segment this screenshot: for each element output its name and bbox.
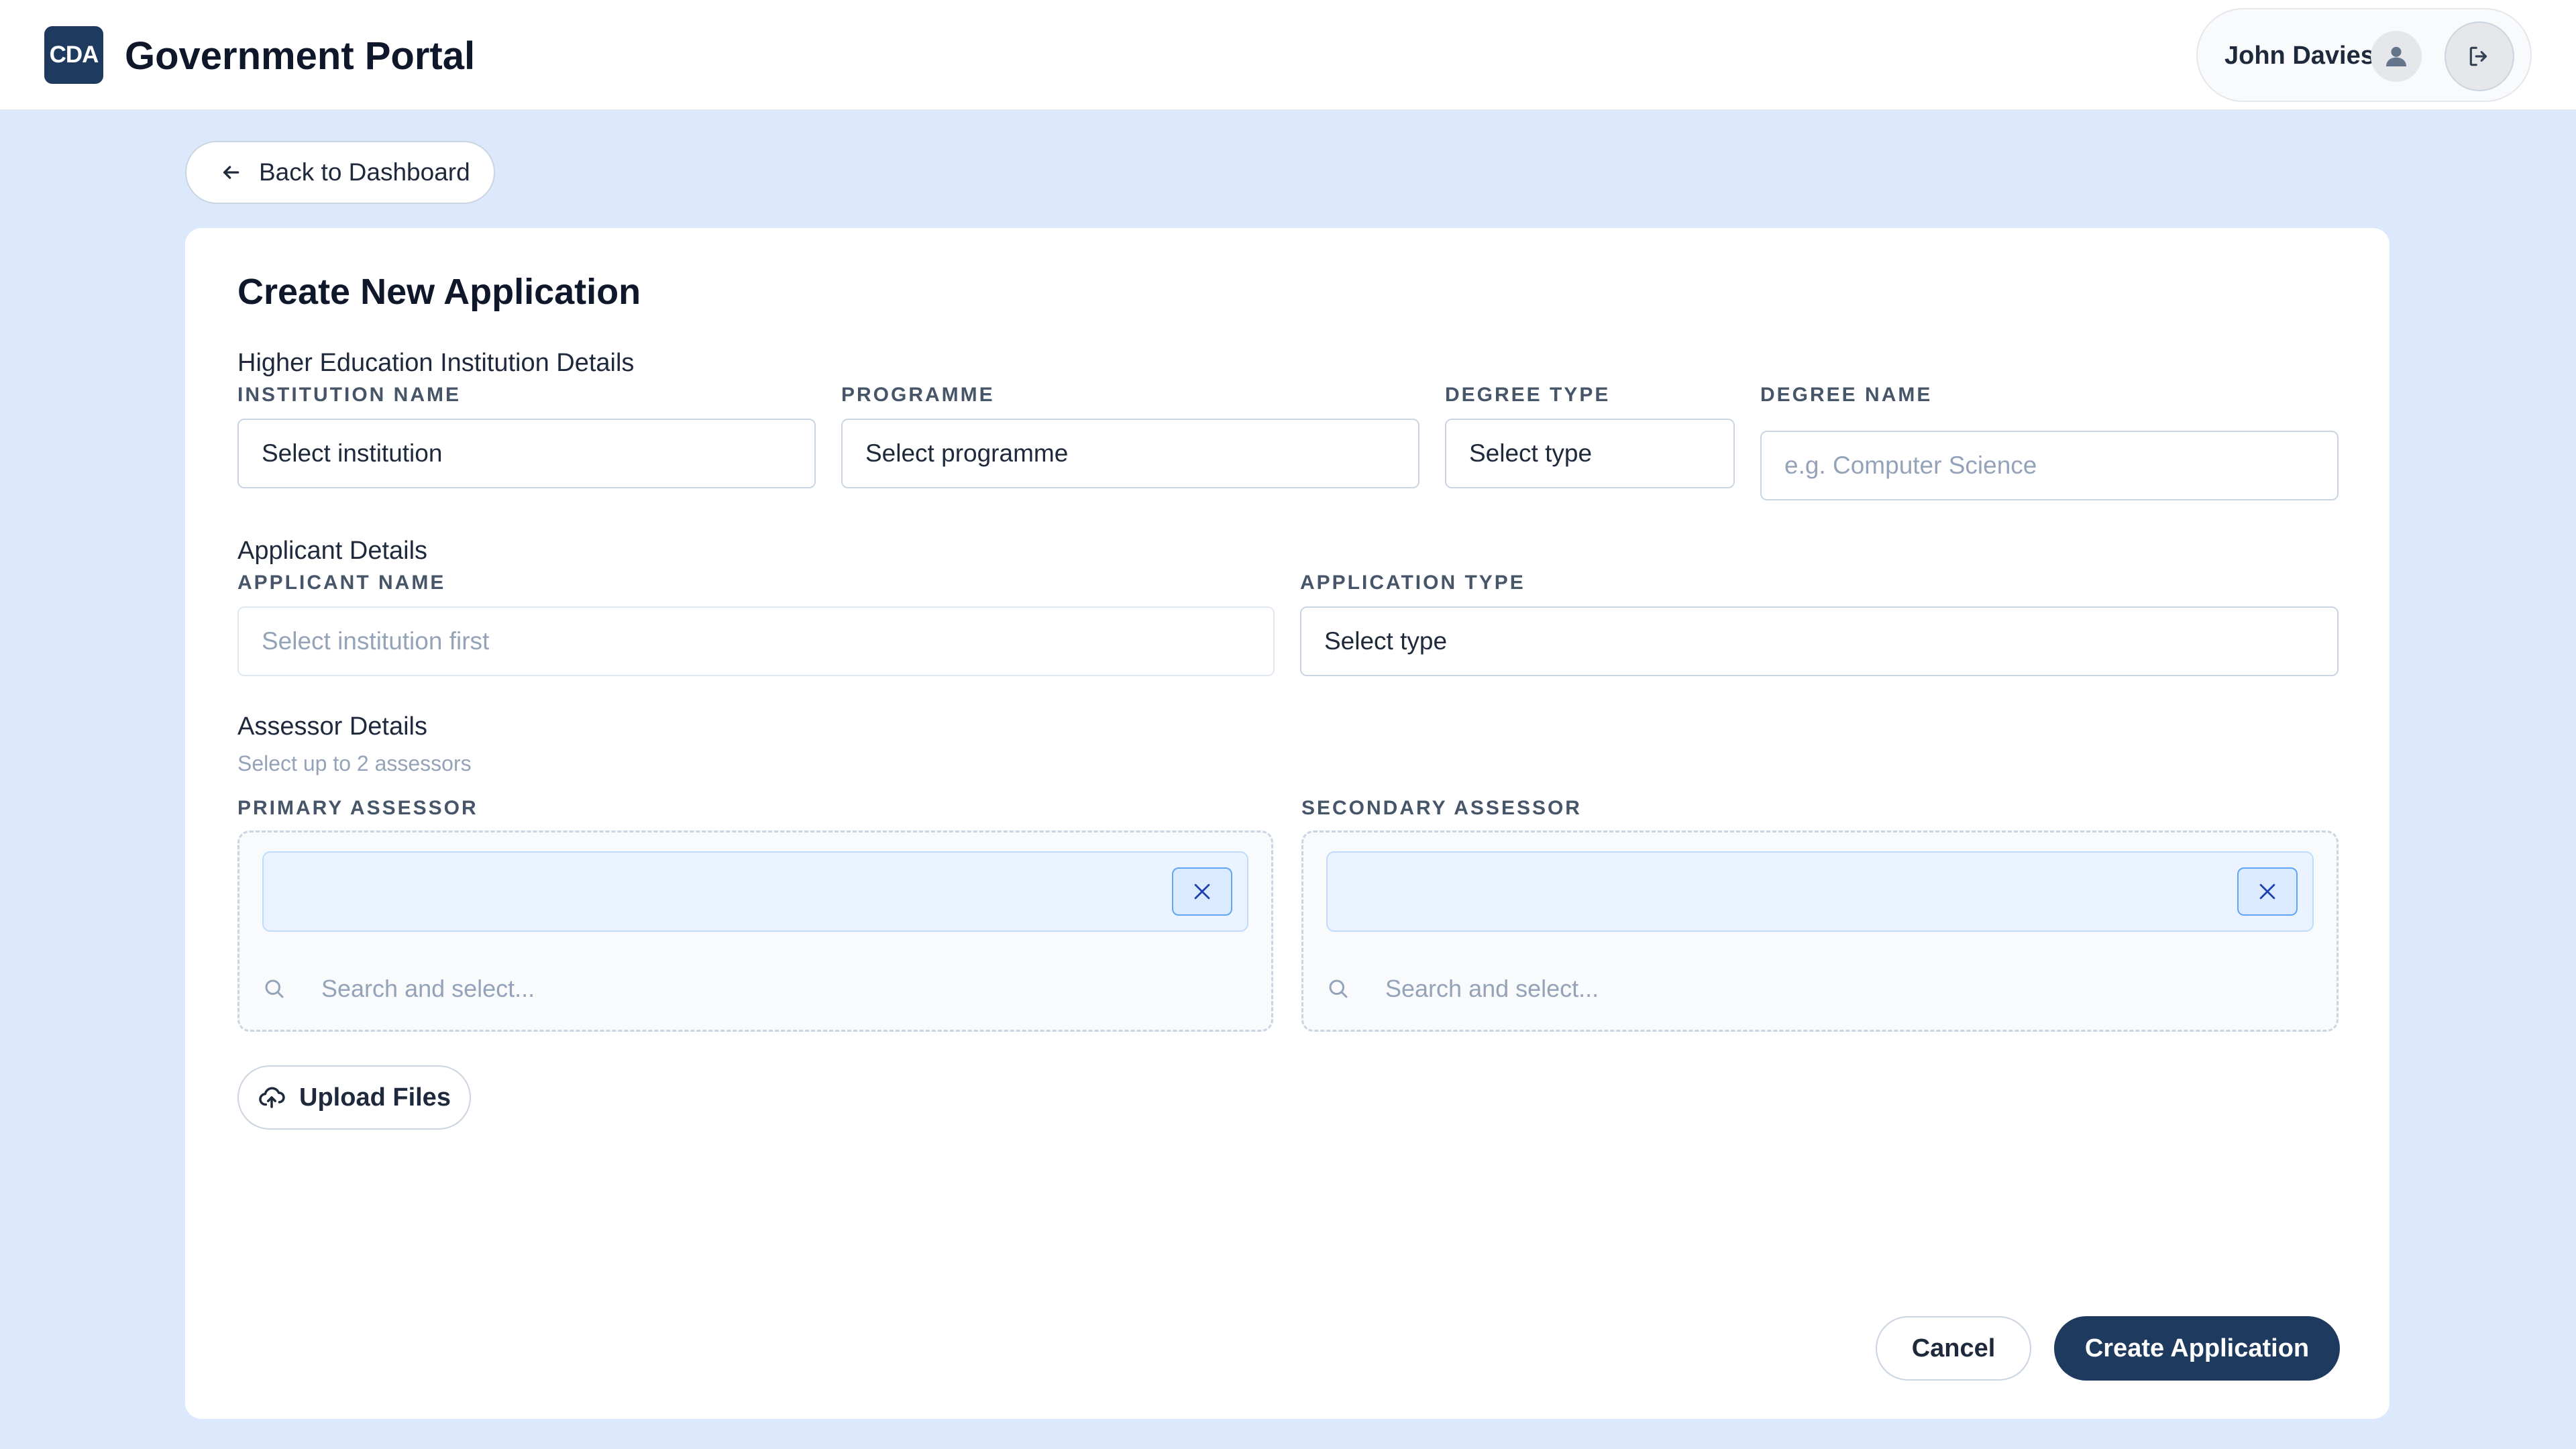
search-placeholder: Search and select... bbox=[1385, 975, 1599, 1002]
back-button-label: Back to Dashboard bbox=[259, 158, 470, 186]
secondary-assessor-label: SECONDARY ASSESSOR bbox=[1301, 797, 1582, 819]
create-application-button[interactable]: Create Application bbox=[2054, 1316, 2340, 1381]
back-to-dashboard-button[interactable]: Back to Dashboard bbox=[185, 141, 495, 204]
secondary-assessor-clear-button[interactable] bbox=[2237, 867, 2298, 916]
assessor-hint: Select up to 2 assessors bbox=[237, 751, 472, 775]
degree-type-label: DEGREE TYPE bbox=[1445, 384, 1611, 406]
programme-label: PROGRAMME bbox=[841, 384, 995, 406]
search-placeholder: Search and select... bbox=[321, 975, 535, 1002]
assessor-section-title: Assessor Details bbox=[237, 712, 427, 741]
institution-label: INSTITUTION NAME bbox=[237, 384, 461, 406]
logo: CDA bbox=[44, 26, 103, 84]
search-icon bbox=[265, 979, 284, 998]
close-icon bbox=[2259, 883, 2275, 900]
create-application-card: Create New Application Higher Education … bbox=[185, 228, 2390, 1419]
page-title: Create New Application bbox=[237, 272, 641, 312]
institution-select[interactable]: Select institution bbox=[237, 419, 816, 488]
search-icon bbox=[1329, 979, 1348, 998]
degree-name-label: DEGREE NAME bbox=[1760, 384, 1933, 406]
top-header: CDA Government Portal John Davies bbox=[0, 0, 2576, 111]
user-icon[interactable] bbox=[2371, 31, 2422, 82]
close-icon bbox=[1194, 883, 1210, 900]
degree-type-select[interactable]: Select type bbox=[1445, 419, 1735, 488]
arrow-left-icon bbox=[223, 166, 239, 179]
application-type-select[interactable]: Select type bbox=[1300, 606, 2339, 676]
secondary-assessor-selection bbox=[1326, 851, 2314, 932]
primary-assessor-selection bbox=[262, 851, 1248, 932]
application-type-label: APPLICATION TYPE bbox=[1300, 572, 1525, 594]
app-title: Government Portal bbox=[125, 34, 476, 78]
logout-button[interactable] bbox=[2445, 21, 2514, 91]
primary-assessor-search[interactable]: Search and select... bbox=[262, 965, 535, 1012]
programme-select[interactable]: Select programme bbox=[841, 419, 1419, 488]
primary-assessor-box: Search and select... bbox=[237, 830, 1273, 1032]
user-name: John Davies bbox=[2224, 42, 2375, 70]
applicant-section-title: Applicant Details bbox=[237, 537, 428, 565]
cloud-upload-icon bbox=[259, 1087, 285, 1108]
primary-assessor-clear-button[interactable] bbox=[1172, 867, 1232, 916]
degree-name-input[interactable]: e.g. Computer Science bbox=[1760, 431, 2339, 500]
primary-assessor-label: PRIMARY ASSESSOR bbox=[237, 797, 478, 819]
logout-icon bbox=[2469, 46, 2487, 66]
secondary-assessor-search[interactable]: Search and select... bbox=[1326, 965, 1599, 1012]
applicant-name-label: APPLICANT NAME bbox=[237, 572, 446, 594]
user-menu: John Davies bbox=[2196, 8, 2532, 102]
cancel-button[interactable]: Cancel bbox=[1876, 1316, 2031, 1381]
applicant-name-select[interactable]: Select institution first bbox=[237, 606, 1275, 676]
secondary-assessor-box: Search and select... bbox=[1301, 830, 2339, 1032]
upload-files-button[interactable]: Upload Files bbox=[237, 1065, 471, 1130]
upload-files-label: Upload Files bbox=[299, 1083, 451, 1112]
institution-section-title: Higher Education Institution Details bbox=[237, 349, 635, 377]
